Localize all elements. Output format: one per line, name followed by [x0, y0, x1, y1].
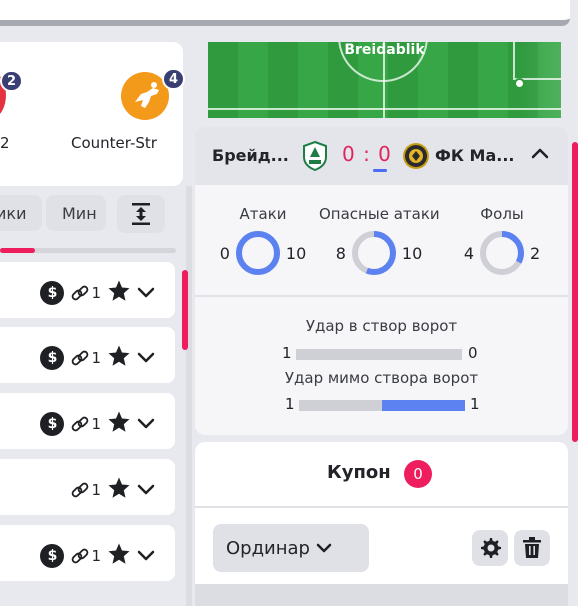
shot-away-value: 1	[470, 395, 480, 413]
game-count-badge: 4	[162, 68, 186, 90]
footer-strip	[195, 584, 568, 606]
search-bar[interactable]	[0, 0, 570, 26]
team1-name: Брейд...	[212, 146, 289, 165]
link-count: 1	[70, 546, 101, 566]
score-indicator	[373, 169, 387, 172]
link-count-value: 1	[91, 284, 101, 302]
field-team-name: Breidablik	[344, 42, 425, 58]
link-icon	[72, 350, 89, 366]
game-label[interactable]: 2	[0, 134, 10, 152]
event-row[interactable]: $1	[0, 262, 175, 318]
shot-away-value: 0	[468, 344, 478, 362]
event-row[interactable]: 1	[0, 459, 175, 515]
stat-title: Опасные атаки	[319, 205, 440, 223]
chevron-up-icon[interactable]	[531, 147, 549, 159]
star-icon[interactable]	[107, 344, 131, 372]
team1-crest-icon	[303, 141, 327, 171]
stat-away-value: 10	[401, 243, 423, 263]
game-label[interactable]: Counter-Str	[71, 134, 157, 152]
dollar-icon: $	[40, 281, 65, 305]
stat-column: Фолы 4 2	[442, 205, 562, 277]
stat-away-value: 10	[285, 243, 307, 263]
gear-icon	[481, 538, 501, 558]
match-field: Breidablik	[208, 42, 561, 118]
link-count-value: 1	[91, 481, 101, 499]
match-stats: Атаки 0 10 Опасные атаки 8 10 Фолы 4 2 Удар в ст…	[195, 185, 568, 435]
shot-stat-title: Удар мимо створа ворот	[284, 369, 479, 387]
stat-away-value: 2	[530, 243, 541, 263]
shot-bar-away-fill	[382, 400, 465, 411]
chevron-down-icon	[316, 543, 332, 553]
chevron-down-icon[interactable]	[137, 547, 155, 566]
progress-fill	[0, 248, 36, 253]
chevron-down-icon[interactable]	[137, 284, 155, 303]
link-count: 1	[70, 414, 101, 434]
link-icon	[72, 285, 89, 301]
star-icon[interactable]	[107, 542, 131, 570]
chevron-down-icon[interactable]	[137, 481, 155, 500]
stat-donut	[351, 231, 396, 275]
link-icon	[72, 482, 89, 498]
event-row[interactable]: $1	[0, 393, 175, 449]
game-count-badge: 2	[0, 70, 24, 92]
bet-type-select[interactable]: Ординар	[213, 524, 369, 572]
coupon-header[interactable]: Купон 0	[195, 442, 568, 508]
link-count: 1	[70, 480, 101, 500]
coupon-count-badge: 0	[404, 460, 432, 488]
stat-home-value: 8	[335, 243, 346, 263]
delete-button[interactable]	[514, 530, 550, 566]
star-icon[interactable]	[107, 410, 131, 438]
stat-column: Опасные атаки 8 10	[319, 205, 440, 277]
stat-title: Фолы	[480, 205, 524, 223]
chevron-down-icon[interactable]	[137, 415, 155, 434]
event-row[interactable]: $1	[0, 525, 175, 581]
shot-stat-title: Удар в створ ворот	[305, 317, 458, 335]
stat-home-value: 4	[463, 243, 474, 263]
link-count: 1	[70, 348, 101, 368]
coupon-body: Ординар	[195, 508, 568, 584]
settings-button[interactable]	[472, 530, 508, 566]
link-count-value: 1	[91, 349, 101, 367]
link-count-value: 1	[91, 415, 101, 433]
link-count: 1	[70, 283, 101, 303]
panel-divider	[186, 186, 192, 606]
stat-column: Атаки 0 10	[203, 205, 323, 277]
shot-home-value: 1	[285, 395, 295, 413]
expand-button[interactable]	[117, 195, 165, 233]
dollar-icon: $	[40, 544, 65, 568]
event-row[interactable]: $1	[0, 327, 175, 383]
team2-name: ФК Ма...	[435, 146, 515, 165]
games-carousel: 2 2 4 Counter-Str	[0, 42, 186, 186]
donut-away-arc	[235, 231, 280, 275]
coupon-title: Купон	[327, 462, 391, 483]
match-header[interactable]: Брейд... 0 : 0 ФК Ма...	[195, 127, 568, 185]
stat-title: Атаки	[239, 205, 287, 223]
stat-donut	[480, 231, 524, 275]
star-icon[interactable]	[107, 279, 131, 307]
stat-donut	[235, 231, 280, 275]
trash-icon	[523, 537, 541, 558]
star-icon[interactable]	[107, 476, 131, 504]
filter-chip[interactable]: Мин	[46, 195, 106, 231]
divider	[195, 295, 568, 297]
match-score: 0 : 0	[342, 142, 392, 166]
team2-crest-icon	[403, 143, 429, 169]
link-icon	[72, 416, 89, 432]
shot-bar-track	[296, 349, 462, 360]
expand-vertical-icon	[132, 203, 150, 225]
shot-home-value: 1	[282, 344, 292, 362]
filter-chip[interactable]: ики	[0, 195, 42, 231]
link-count-value: 1	[91, 547, 101, 565]
scrollbar[interactable]	[182, 270, 188, 350]
chevron-down-icon[interactable]	[137, 349, 155, 368]
scrollbar[interactable]	[572, 142, 578, 442]
bet-type-label: Ординар	[226, 537, 310, 559]
dollar-icon: $	[40, 412, 65, 436]
dollar-icon: $	[40, 346, 65, 370]
link-icon	[72, 548, 89, 564]
stat-home-value: 0	[219, 243, 230, 263]
